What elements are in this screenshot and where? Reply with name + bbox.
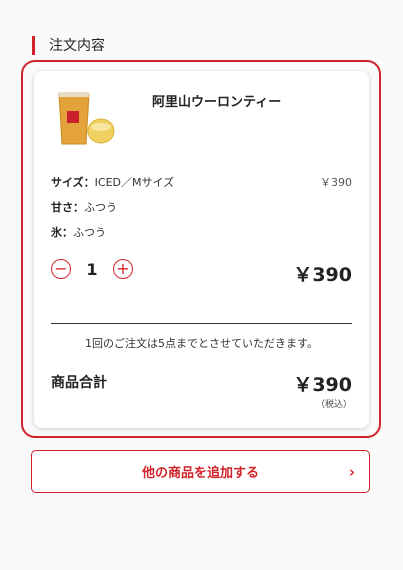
plus-circle-icon[interactable]: + bbox=[113, 259, 133, 279]
section-header: 注文内容 bbox=[32, 34, 105, 56]
option-ice: 氷：ふつう bbox=[51, 224, 106, 240]
option-sweetness-value: ふつう bbox=[84, 201, 117, 214]
product-name: 阿里山ウーロンティー bbox=[152, 95, 282, 110]
quantity-stepper: − 1 + bbox=[51, 259, 133, 279]
option-size-label: サイズ： bbox=[51, 176, 95, 189]
product-image bbox=[58, 92, 115, 145]
quantity-value: 1 bbox=[86, 259, 98, 279]
order-item-card: 阿里山ウーロンティー サイズ：ICED／Mサイズ ￥390 甘さ：ふつう 氷：ふ… bbox=[34, 71, 369, 428]
divider bbox=[51, 323, 352, 324]
option-size-price: ￥390 bbox=[320, 176, 352, 189]
section-accent-bar bbox=[32, 35, 35, 55]
section-title: 注文内容 bbox=[49, 38, 105, 54]
add-product-button[interactable]: 他の商品を追加する › bbox=[31, 450, 370, 493]
option-size: サイズ：ICED／Mサイズ bbox=[51, 174, 174, 190]
tax-note: （税込） bbox=[315, 400, 352, 410]
option-ice-label: 氷： bbox=[51, 226, 73, 239]
option-size-value: ICED／Mサイズ bbox=[94, 176, 175, 189]
option-sweetness-label: 甘さ： bbox=[51, 201, 84, 214]
option-ice-value: ふつう bbox=[73, 226, 106, 239]
add-product-label: 他の商品を追加する bbox=[141, 466, 259, 481]
option-sweetness: 甘さ：ふつう bbox=[51, 199, 117, 215]
order-limit-notice: 1回のご注文は5点までとさせていただきます。 bbox=[85, 337, 318, 350]
chevron-right-icon: › bbox=[348, 463, 355, 481]
item-line-price: ￥390 bbox=[293, 264, 352, 286]
minus-circle-icon[interactable]: − bbox=[51, 259, 71, 279]
subtotal-price: ￥390 bbox=[293, 374, 352, 396]
subtotal-label: 商品合計 bbox=[51, 375, 107, 391]
